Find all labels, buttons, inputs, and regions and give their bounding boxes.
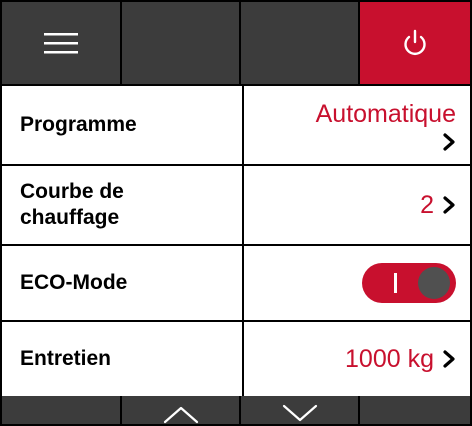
settings-list: Programme Automatique Courbe de chauffag… (2, 86, 470, 396)
device-screen: Programme Automatique Courbe de chauffag… (0, 0, 472, 426)
bottom-bar-empty-slot-1 (2, 396, 120, 424)
toggle-knob (418, 267, 450, 299)
top-bar (2, 2, 470, 84)
toggle-on-mark-icon (394, 273, 397, 293)
chevron-down-icon (282, 404, 317, 422)
programme-label: Programme (2, 86, 242, 164)
power-button[interactable] (360, 2, 470, 84)
chevron-right-icon (443, 350, 455, 368)
row-entretien[interactable]: Entretien 1000 kg (2, 322, 470, 396)
entretien-value: 1000 kg (345, 344, 434, 373)
chevron-right-icon (443, 196, 455, 214)
chevron-up-icon (163, 406, 198, 424)
entretien-label: Entretien (2, 322, 242, 396)
scroll-down-button[interactable] (241, 396, 358, 424)
eco-mode-toggle[interactable] (362, 263, 456, 303)
row-programme[interactable]: Programme Automatique (2, 86, 470, 164)
row-courbe-de-chauffage[interactable]: Courbe de chauffage 2 (2, 166, 470, 244)
row-eco-mode: ECO-Mode (2, 246, 470, 320)
courbe-value: 2 (420, 190, 434, 219)
courbe-de-chauffage-label: Courbe de chauffage (2, 166, 242, 244)
hamburger-menu-icon (44, 33, 78, 54)
eco-mode-toggle-cell (244, 246, 470, 320)
scroll-up-button[interactable] (122, 396, 239, 424)
courbe-value-cell[interactable]: 2 (244, 166, 470, 244)
courbe-label-line2: chauffage (20, 206, 120, 229)
bottom-bar (2, 396, 470, 424)
top-bar-empty-slot-2 (241, 2, 358, 84)
chevron-right-icon (443, 133, 455, 151)
power-icon (404, 29, 426, 55)
menu-button[interactable] (2, 2, 120, 84)
courbe-label-line1: Courbe de (20, 180, 124, 203)
programme-value: Automatique (315, 100, 456, 128)
eco-mode-label: ECO-Mode (2, 246, 242, 320)
programme-value-cell[interactable]: Automatique (244, 86, 470, 164)
bottom-bar-empty-slot-2 (360, 396, 470, 424)
entretien-value-cell[interactable]: 1000 kg (244, 322, 470, 396)
top-bar-empty-slot-1 (122, 2, 239, 84)
